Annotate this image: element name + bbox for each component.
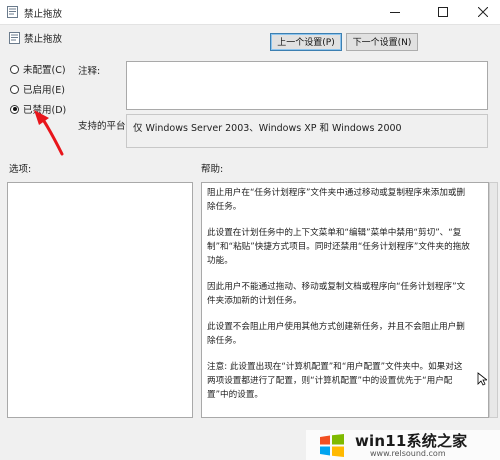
options-label: 选项: [9, 164, 32, 175]
maximize-icon [438, 7, 448, 17]
minimize-icon [390, 12, 400, 13]
watermark-text: win11系统之家 [355, 432, 468, 450]
radio-label: 未配置(C) [23, 65, 66, 76]
setting-title: 禁止拖放 [24, 34, 63, 45]
close-icon [478, 7, 488, 17]
radio-enabled[interactable]: 已启用(E) [10, 82, 65, 96]
radio-label: 已启用(E) [23, 85, 65, 96]
maximize-button[interactable] [428, 0, 458, 24]
help-panel: 阻止用户在“任务计划程序”文件夹中通过移动或复制程序来添加或删除任务。 此设置在… [201, 182, 489, 418]
policy-icon [7, 6, 18, 18]
setting-icon [9, 32, 20, 44]
options-panel [7, 182, 193, 418]
red-arrow-annotation [34, 110, 64, 156]
help-label: 帮助: [201, 164, 224, 175]
help-paragraph: 此设置在计划任务中的上下文菜单和“编辑”菜单中禁用“剪切”、“复制”和“粘贴”快… [207, 228, 470, 266]
previous-setting-button[interactable]: 上一个设置(P) [270, 33, 342, 51]
watermark-url: www.relsound.com [370, 449, 446, 458]
help-paragraph: 此设置不会阻止用户使用其他方式创建新任务，并且不会阻止用户删除任务。 [207, 322, 465, 346]
close-button[interactable] [468, 0, 498, 24]
supported-platform-value: 仅 Windows Server 2003、Windows XP 和 Windo… [126, 114, 488, 148]
supported-platform-label: 支持的平台: [78, 121, 129, 132]
window-title: 禁止拖放 [24, 9, 63, 20]
comment-textbox[interactable] [126, 61, 488, 110]
radio-circle-selected[interactable] [10, 104, 19, 114]
radio-circle[interactable] [10, 84, 19, 94]
title-bar [0, 0, 500, 25]
mouse-cursor-icon [477, 372, 487, 386]
minimize-button[interactable] [380, 0, 410, 24]
comment-label: 注释: [78, 66, 101, 77]
help-paragraph: 因此用户不能通过拖动、移动或复制文档或程序向“任务计划程序”文件夹添加新的计划任… [207, 282, 466, 306]
radio-circle[interactable] [10, 64, 19, 74]
help-paragraph: 阻止用户在“任务计划程序”文件夹中通过移动或复制程序来添加或删除任务。 [207, 188, 466, 212]
help-scrollbar[interactable] [489, 182, 498, 418]
next-setting-button[interactable]: 下一个设置(N) [346, 33, 418, 51]
radio-not-configured[interactable]: 未配置(C) [10, 62, 66, 76]
help-paragraph: 注意: 此设置出现在“计算机配置”和“用户配置”文件夹中。如果对这两项设置都进行… [207, 362, 463, 400]
